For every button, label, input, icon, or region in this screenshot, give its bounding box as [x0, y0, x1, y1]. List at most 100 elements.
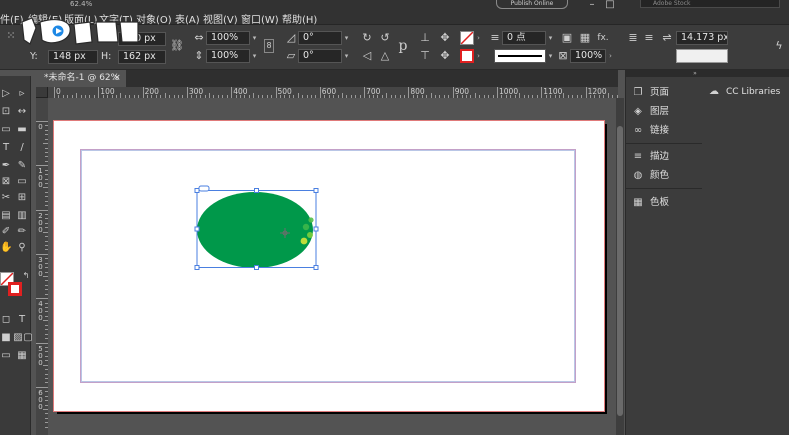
flip-vertical-icon[interactable]: △ — [378, 49, 392, 63]
green-ellipse[interactable] — [197, 192, 313, 268]
fill-none-icon[interactable] — [460, 31, 474, 45]
stroke-weight-dropdown[interactable]: ▾ — [546, 31, 555, 45]
text-wrap-icon[interactable]: ▣ — [560, 31, 574, 45]
gradient-swatch-tool-icon[interactable]: ▤ — [0, 210, 12, 222]
selection-tool-icon[interactable]: ▷ — [0, 88, 12, 100]
align-left-icon[interactable]: ≣ — [626, 31, 640, 45]
pen-tool-icon[interactable]: ✒ — [0, 160, 12, 172]
scale-y-field[interactable]: 100% — [206, 49, 250, 63]
window-restore-icon[interactable]: □ — [604, 0, 616, 12]
direct-selection-tool-icon[interactable]: ▹ — [16, 88, 28, 100]
selection-handle-mr[interactable] — [313, 226, 319, 232]
fill-dropdown[interactable]: › — [474, 31, 483, 45]
scrollbar-thumb[interactable] — [617, 126, 623, 416]
gap-tool-icon[interactable]: ↔ — [16, 106, 28, 118]
rotate-cw-icon[interactable]: ↻ — [360, 31, 374, 45]
lightning-icon[interactable]: ϟ — [772, 39, 786, 53]
scale-x-field[interactable]: 100% — [206, 31, 250, 45]
zoom-readout[interactable]: 62.4% — [70, 0, 92, 8]
selection-handle-tc[interactable] — [254, 188, 259, 193]
stroke-swatch[interactable] — [8, 282, 22, 296]
stroke-dropdown[interactable]: › — [474, 49, 483, 63]
note-tool-icon[interactable]: ✐ — [0, 226, 12, 238]
align-right-icon[interactable]: ⇌ — [660, 31, 674, 45]
preview-mode-icon[interactable]: ▦ — [16, 350, 28, 362]
menu-object[interactable]: 对象(O) — [136, 11, 172, 26]
menu-table[interactable]: 表(A) — [175, 11, 200, 26]
pencil-tool-icon[interactable]: ✎ — [16, 160, 28, 172]
menu-help[interactable]: 帮助(H) — [282, 11, 317, 26]
swap-fill-stroke-icon[interactable]: ↰ — [20, 270, 32, 282]
select-container-icon[interactable]: ⊥ — [418, 31, 432, 45]
gradient-feather-tool-icon[interactable]: ▥ — [16, 210, 28, 222]
document-page[interactable] — [53, 120, 605, 412]
selection-handle-tl[interactable] — [194, 188, 200, 193]
y-position-field[interactable]: 148 px — [48, 50, 98, 64]
select-content-icon[interactable]: ⊤ — [418, 49, 432, 63]
panel-item-color[interactable]: ◍ 颜色 — [626, 167, 702, 185]
formatting-text-icon[interactable]: T — [16, 314, 28, 326]
content-collector-icon[interactable]: ▭ — [0, 124, 12, 136]
collapse-icon[interactable]: » — [689, 70, 701, 77]
panel-item-swatches[interactable]: ▦ 色板 — [626, 194, 702, 212]
width-field[interactable]: 14.173 px — [676, 31, 728, 45]
selected-ellipse-group[interactable] — [54, 121, 604, 411]
normal-view-icon[interactable]: ▭ — [0, 350, 12, 362]
swatch-field[interactable] — [676, 49, 728, 63]
align-center-icon[interactable]: ≡ — [642, 31, 656, 45]
panel-item-links[interactable]: ∞ 链接 — [626, 122, 702, 140]
rotate-ccw-icon[interactable]: ↺ — [378, 31, 392, 45]
zoom-tool-icon[interactable]: ⚲ — [16, 242, 28, 254]
shear-field[interactable]: 0° — [298, 49, 342, 63]
eyedropper-tool-icon[interactable]: ✏ — [16, 226, 28, 238]
scale-x-dropdown[interactable]: ▾ — [250, 31, 259, 45]
stroke-weight-field[interactable]: 0 点 — [502, 31, 546, 45]
type-tool-icon[interactable]: T — [0, 142, 12, 154]
panel-item-pages[interactable]: ❐ 页面 — [626, 84, 702, 102]
constrain-proportions-icon[interactable]: ⛓ — [170, 39, 184, 53]
panel-item-stroke[interactable]: ≡ 描边 — [626, 148, 702, 166]
stroke-type-dropdown[interactable]: ▾ — [546, 49, 555, 63]
rectangle-tool-icon[interactable]: ▭ — [16, 176, 28, 188]
stroke-none-icon[interactable] — [460, 49, 474, 63]
apply-color-icon[interactable]: ■ — [0, 332, 12, 344]
scissors-tool-icon[interactable]: ✂ — [0, 192, 12, 204]
rotate-dropdown[interactable]: ▾ — [342, 31, 351, 45]
link-badge-icon[interactable] — [198, 185, 210, 192]
menu-view[interactable]: 视图(V) — [203, 11, 238, 26]
content-placer-icon[interactable]: ▬ — [16, 124, 28, 136]
reference-point-icon[interactable]: ⁙ — [4, 29, 18, 43]
shear-dropdown[interactable]: ▾ — [342, 49, 351, 63]
panel-item-cc-libraries[interactable]: ☁ CC Libraries — [702, 84, 789, 100]
scale-y-dropdown[interactable]: ▾ — [250, 49, 259, 63]
selection-handle-tr[interactable] — [313, 188, 319, 193]
window-minimize-icon[interactable]: – — [586, 0, 598, 12]
document-canvas[interactable] — [48, 98, 618, 435]
ruler-origin[interactable] — [36, 87, 48, 98]
page-tool-icon[interactable]: ⊡ — [0, 106, 12, 118]
vertical-scrollbar[interactable] — [616, 98, 624, 435]
close-icon[interactable]: × — [111, 70, 123, 87]
apply-none-icon[interactable]: ▢ — [22, 332, 34, 344]
adobe-stock-search-input[interactable]: Adobe Stock — [640, 0, 780, 8]
selection-handle-bc[interactable] — [254, 265, 259, 270]
effects-icon[interactable]: fx. — [596, 31, 610, 45]
grid-icon[interactable]: ▦ — [578, 31, 592, 45]
flip-horizontal-icon[interactable]: ◁ — [360, 49, 374, 63]
rotate-field[interactable]: 0° — [298, 31, 342, 45]
panel-item-layers[interactable]: ◈ 图层 — [626, 103, 702, 121]
select-previous-icon[interactable]: ✥ — [438, 31, 452, 45]
select-next-icon[interactable]: ✥ — [438, 49, 452, 63]
publish-online-button[interactable]: Publish Online — [496, 0, 568, 9]
stroke-type-select[interactable] — [494, 49, 546, 63]
rectangle-frame-tool-icon[interactable]: ⊠ — [0, 176, 12, 188]
menu-window[interactable]: 窗口(W) — [241, 11, 279, 26]
height-field[interactable]: 162 px — [118, 50, 166, 64]
opacity-dropdown[interactable]: › — [606, 49, 615, 63]
scale-link-icon[interactable]: 8 — [264, 39, 274, 53]
selection-handle-ml[interactable] — [194, 226, 200, 232]
line-tool-icon[interactable]: / — [16, 142, 28, 154]
formatting-container-icon[interactable]: ◻ — [0, 314, 12, 326]
selection-handle-bl[interactable] — [194, 265, 200, 270]
opacity-field[interactable]: 100% — [570, 49, 606, 63]
